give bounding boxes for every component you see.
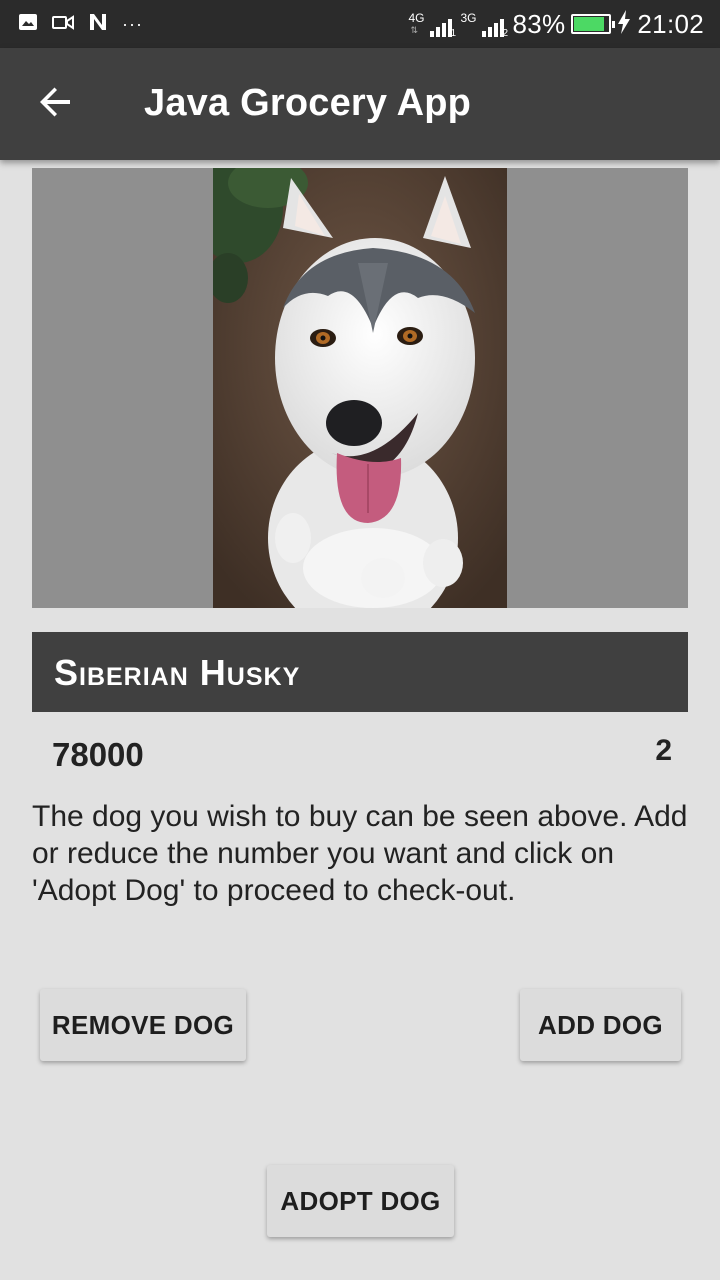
network-type-2: 3G	[460, 11, 477, 25]
product-price: 78000	[52, 736, 144, 773]
charging-icon	[617, 9, 631, 39]
system-icons: 4G ⇅ 1 3G 2 83% 21:02	[408, 8, 704, 40]
remove-dog-button[interactable]: REMOVE DOG	[40, 989, 246, 1061]
video-icon	[52, 12, 74, 37]
sim-slot-1: 1	[450, 28, 457, 39]
signal-3g-icon: 3G 2	[460, 9, 509, 39]
app-bar: Java Grocery App	[0, 48, 720, 160]
signal-4g-icon: 4G ⇅ 1	[408, 11, 457, 39]
app-title: Java Grocery App	[144, 82, 472, 124]
status-bar: ··· 4G ⇅ 1 3G 2 83% 21:02	[0, 0, 720, 48]
product-description: The dog you wish to buy can be seen abov…	[32, 800, 688, 907]
product-name: Siberian Husky	[54, 652, 301, 693]
product-name-banner: Siberian Husky	[32, 632, 688, 712]
network-type-1: 4G	[408, 11, 425, 25]
battery-icon	[571, 14, 616, 34]
product-image-frame	[32, 168, 688, 608]
arrow-back-icon	[38, 84, 74, 125]
sim-slot-2: 2	[502, 28, 509, 39]
husky-photo	[213, 168, 507, 608]
back-button[interactable]	[24, 76, 88, 132]
adopt-dog-button[interactable]: ADOPT DOG	[267, 1165, 454, 1237]
add-dog-button[interactable]: ADD DOG	[520, 989, 681, 1061]
notification-icons: ···	[18, 12, 143, 36]
clock: 21:02	[637, 8, 704, 39]
battery-percent: 83%	[512, 8, 566, 39]
more-icon: ···	[122, 13, 143, 34]
n-icon	[88, 12, 108, 37]
image-icon	[18, 12, 38, 37]
quantity-count: 2	[655, 734, 672, 767]
